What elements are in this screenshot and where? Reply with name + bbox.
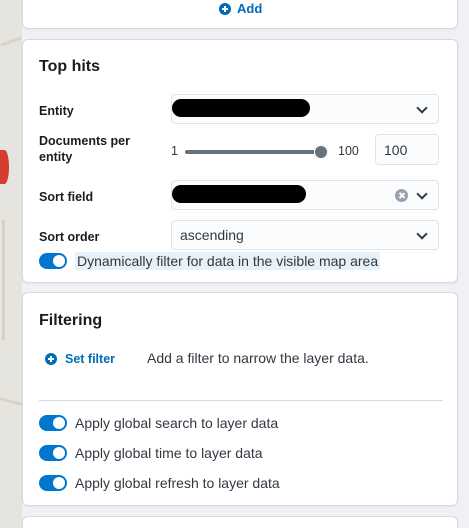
filtering-panel: Filtering Set filter Add a filter to nar… xyxy=(22,292,458,506)
layer-panel-top: Add xyxy=(22,0,458,29)
global-time-row[interactable]: Apply global time to layer data xyxy=(39,445,263,461)
sort-field-label: Sort field xyxy=(39,190,94,204)
plus-circle-icon xyxy=(45,353,57,365)
filter-help-text: Add a filter to narrow the layer data. xyxy=(147,350,369,366)
global-time-label: Apply global time to layer data xyxy=(75,445,263,461)
slider-max: 100 xyxy=(338,144,359,158)
sort-order-value: ascending xyxy=(180,227,244,243)
global-search-switch[interactable] xyxy=(39,415,67,431)
global-search-label: Apply global search to layer data xyxy=(75,415,279,431)
divider xyxy=(39,400,443,401)
map-background xyxy=(0,0,22,528)
top-hits-title: Top hits xyxy=(39,58,101,75)
chevron-down-icon xyxy=(416,102,428,114)
global-refresh-row[interactable]: Apply global refresh to layer data xyxy=(39,475,280,491)
dynamic-filter-label: Dynamically filter for data in the visib… xyxy=(75,252,381,270)
entity-label: Entity xyxy=(39,104,74,118)
set-filter-button[interactable]: Set filter xyxy=(45,352,115,366)
dynamic-filter-switch[interactable] xyxy=(39,253,67,269)
global-search-row[interactable]: Apply global search to layer data xyxy=(39,415,278,431)
documents-per-entity-label: Documents per entity xyxy=(39,134,130,164)
set-filter-label: Set filter xyxy=(65,352,116,366)
global-time-switch[interactable] xyxy=(39,445,67,461)
filtering-title: Filtering xyxy=(39,312,103,329)
add-label: Add xyxy=(237,1,263,16)
add-button[interactable]: Add xyxy=(219,1,262,16)
chevron-down-icon xyxy=(416,228,428,240)
top-hits-panel: Top hits Entity Documents per entity 1 1… xyxy=(22,39,458,283)
slider-min: 1 xyxy=(171,144,178,158)
sort-order-label: Sort order xyxy=(39,230,100,244)
redacted-value xyxy=(172,99,310,117)
sort-field-select[interactable] xyxy=(171,180,439,210)
clear-icon[interactable] xyxy=(395,189,408,202)
slider-thumb[interactable] xyxy=(314,145,328,159)
dynamic-filter-row[interactable]: Dynamically filter for data in the visib… xyxy=(39,252,381,270)
global-refresh-switch[interactable] xyxy=(39,475,67,491)
documents-per-entity-slider[interactable]: 1 100 xyxy=(171,142,371,162)
plus-circle-icon xyxy=(219,2,231,15)
global-refresh-label: Apply global refresh to layer data xyxy=(75,475,280,491)
redacted-value xyxy=(172,185,306,203)
map-marker xyxy=(0,150,9,184)
next-panel xyxy=(22,516,458,528)
slider-track[interactable] xyxy=(185,150,321,154)
sort-order-select[interactable]: ascending xyxy=(171,220,439,250)
chevron-down-icon xyxy=(416,188,428,200)
entity-select[interactable] xyxy=(171,94,439,124)
documents-per-entity-input[interactable]: 100 xyxy=(375,134,439,165)
